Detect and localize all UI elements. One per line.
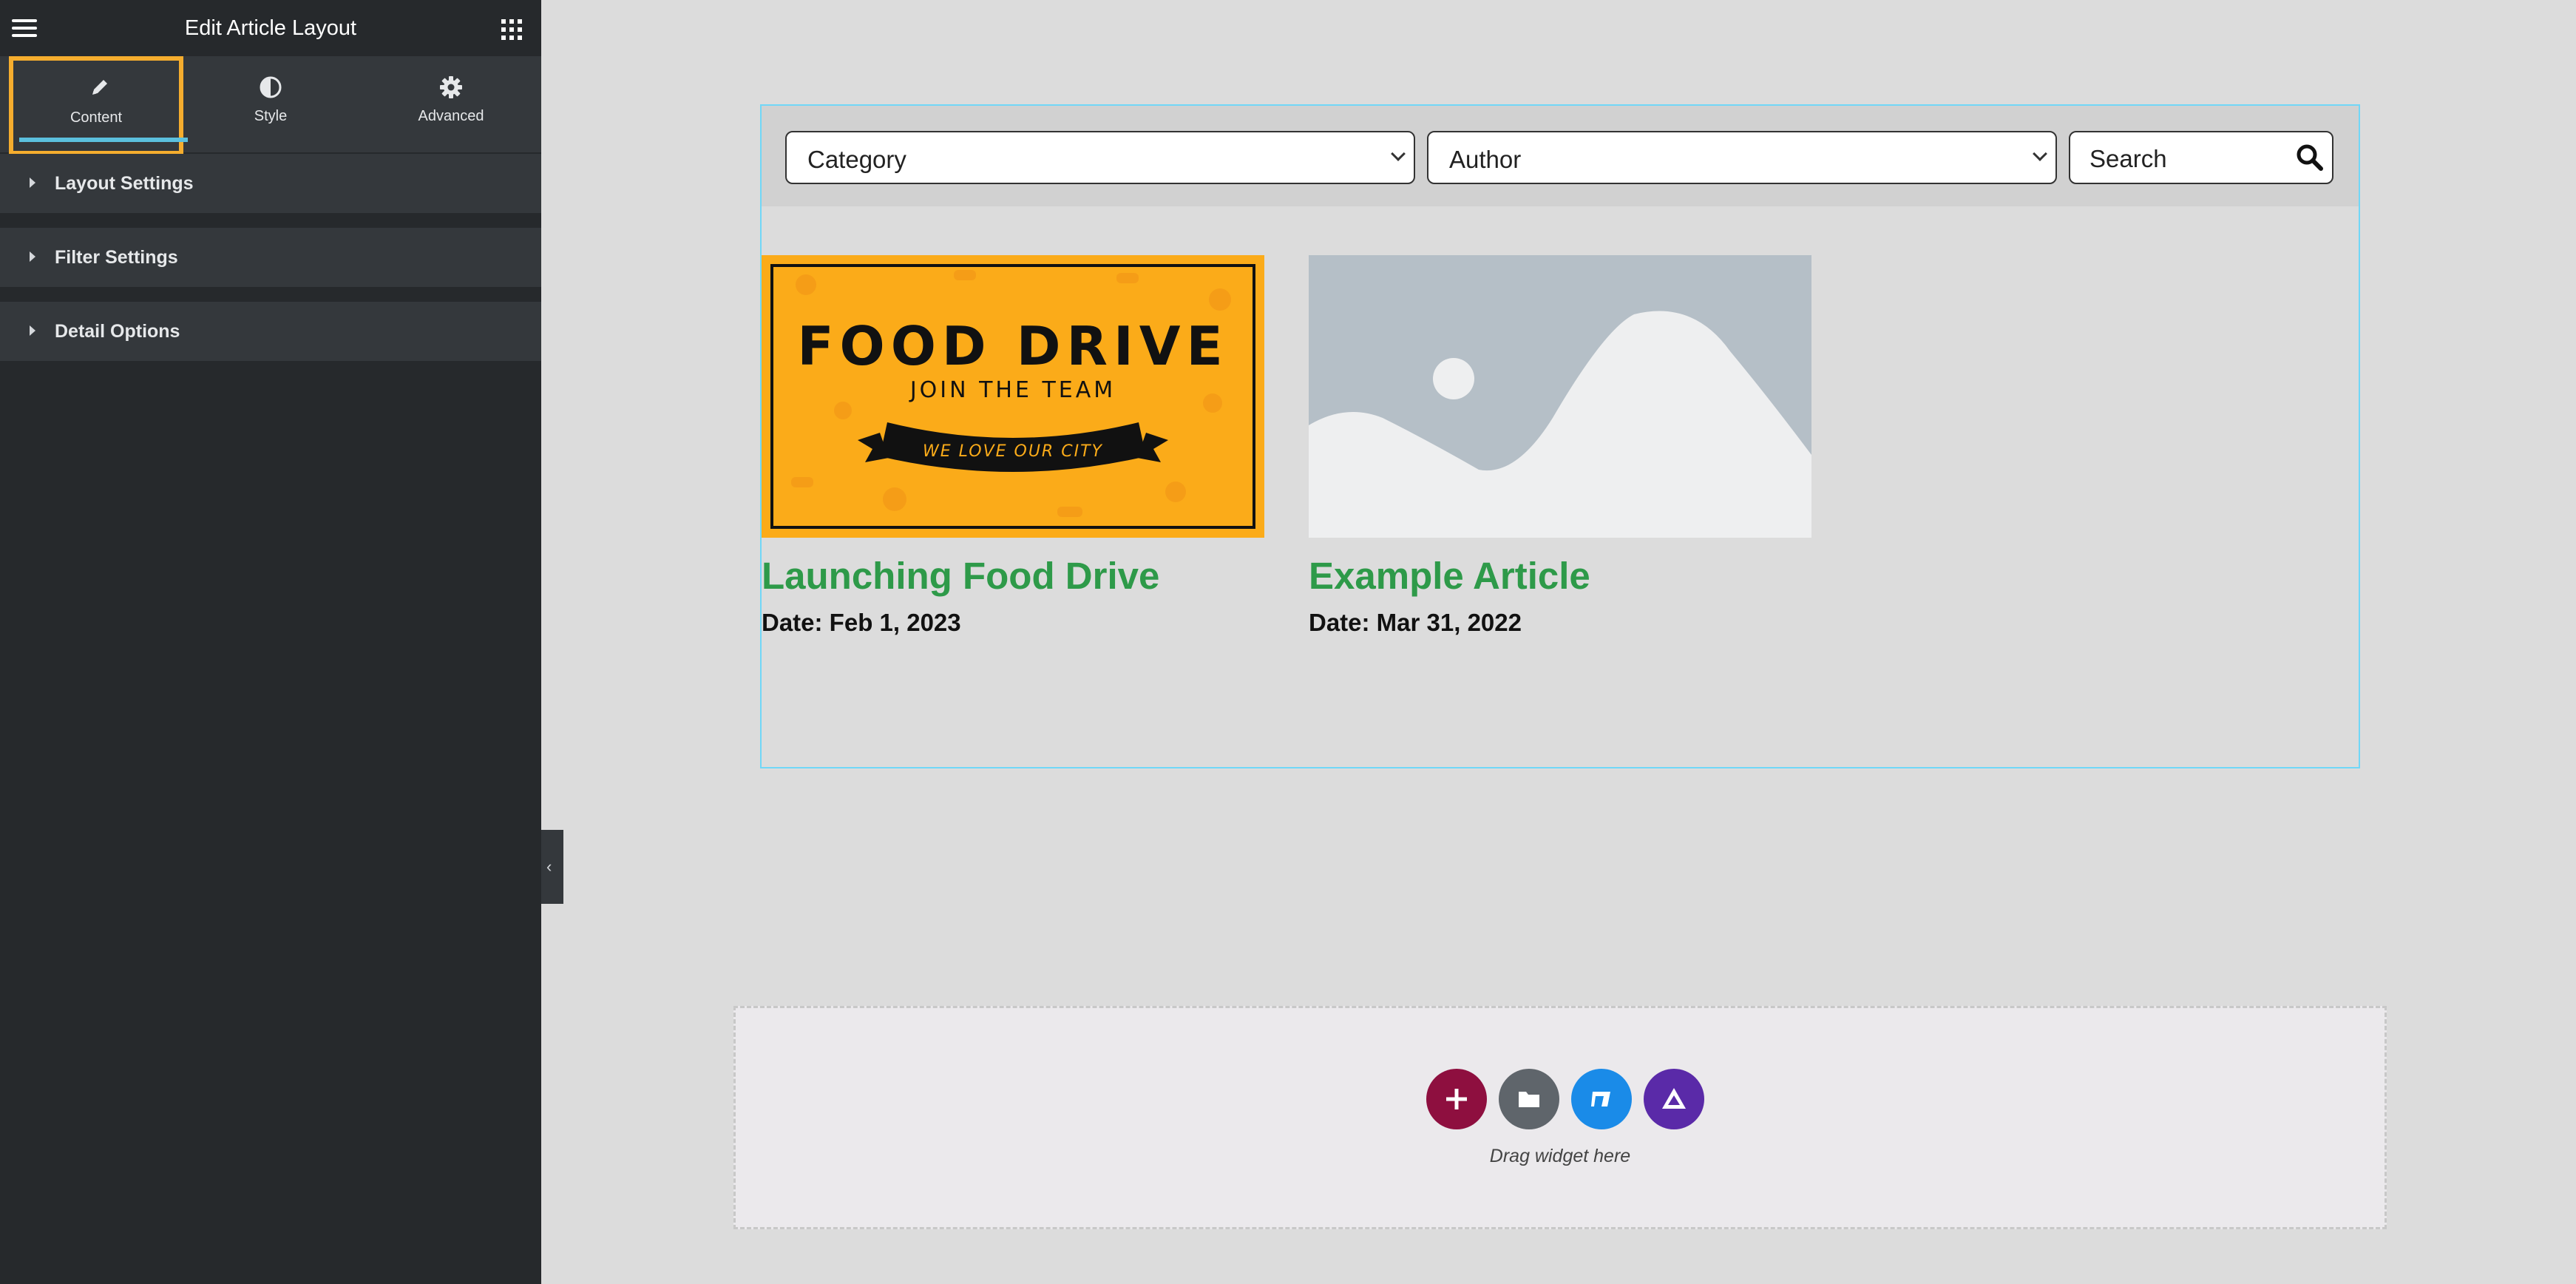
article-thumbnail[interactable] (1309, 255, 1811, 538)
category-select[interactable]: Category (785, 131, 1415, 184)
section-label: Layout Settings (55, 173, 194, 194)
integration-button[interactable] (1571, 1069, 1632, 1129)
tab-style[interactable]: Style (180, 56, 361, 152)
image-placeholder-icon (1309, 255, 1811, 538)
empty-section-dropzone[interactable]: Drag widget here (733, 1006, 2387, 1229)
caret-right-icon (30, 178, 35, 188)
article-listing-widget[interactable]: Category Author Search FOOD DRIVE JOIN T… (760, 104, 2360, 768)
search-icon[interactable] (2295, 143, 2325, 172)
author-select[interactable]: Author (1427, 131, 2057, 184)
food-drive-banner: FOOD DRIVE JOIN THE TEAM WE LOVE OUR CIT… (762, 255, 1264, 538)
search-input[interactable] (2089, 144, 2282, 174)
article-date: Date: Mar 31, 2022 (1309, 609, 1522, 636)
section-label: Detail Options (55, 321, 180, 342)
section-label: Filter Settings (55, 247, 178, 268)
search-field[interactable] (2069, 131, 2333, 184)
article-date: Date: Feb 1, 2023 (762, 609, 961, 636)
folder-icon (1519, 1092, 1539, 1107)
filter-bar: Category Author (762, 106, 2359, 206)
chevron-left-icon: ‹ (546, 857, 552, 876)
caret-right-icon (30, 251, 35, 262)
gear-icon (440, 76, 462, 98)
tab-style-label: Style (254, 108, 288, 124)
contrast-icon (260, 76, 282, 98)
author-select-value: Author (1449, 146, 1522, 173)
editor-tabs: Content Style Advanced (0, 56, 541, 155)
banner-subline: JOIN THE TEAM (909, 377, 1116, 403)
collapse-panel-button[interactable]: ‹ (541, 830, 563, 904)
article-thumbnail[interactable]: FOOD DRIVE JOIN THE TEAM WE LOVE OUR CIT… (762, 255, 1264, 538)
category-select-value: Category (807, 146, 906, 173)
active-tab-indicator (19, 138, 188, 142)
add-section-button[interactable] (1426, 1069, 1487, 1129)
drop-hint-text: Drag widget here (1489, 1146, 1631, 1166)
chevron-down-icon (1391, 146, 1406, 161)
article-title[interactable]: Launching Food Drive (762, 554, 1159, 598)
section-filter-settings[interactable]: Filter Settings (0, 228, 541, 287)
tab-advanced-label: Advanced (418, 108, 484, 124)
article-title[interactable]: Example Article (1309, 554, 1590, 598)
tab-content-label: Content (70, 109, 123, 126)
tab-advanced[interactable]: Advanced (361, 56, 541, 152)
chevron-down-icon (2033, 146, 2047, 161)
section-detail-options[interactable]: Detail Options (0, 302, 541, 361)
tab-content[interactable]: Content (9, 56, 188, 155)
section-layout-settings[interactable]: Layout Settings (0, 154, 541, 213)
editor-panel: Edit Article Layout Content Style Advanc… (0, 0, 541, 1284)
banner-ribbon: WE LOVE OUR CITY (923, 442, 1103, 461)
triangle-logo-icon (1662, 1088, 1686, 1109)
caret-right-icon (30, 325, 35, 336)
theme-builder-button[interactable] (1644, 1069, 1704, 1129)
plus-icon (1446, 1089, 1467, 1109)
editor-title: Edit Article Layout (184, 16, 357, 40)
pencil-icon (92, 80, 107, 95)
apps-grid-icon[interactable] (501, 19, 522, 40)
editor-header: Edit Article Layout (0, 0, 541, 56)
banner-headline: FOOD DRIVE (797, 315, 1228, 377)
add-template-button[interactable] (1499, 1069, 1559, 1129)
flag-icon (1591, 1092, 1610, 1106)
